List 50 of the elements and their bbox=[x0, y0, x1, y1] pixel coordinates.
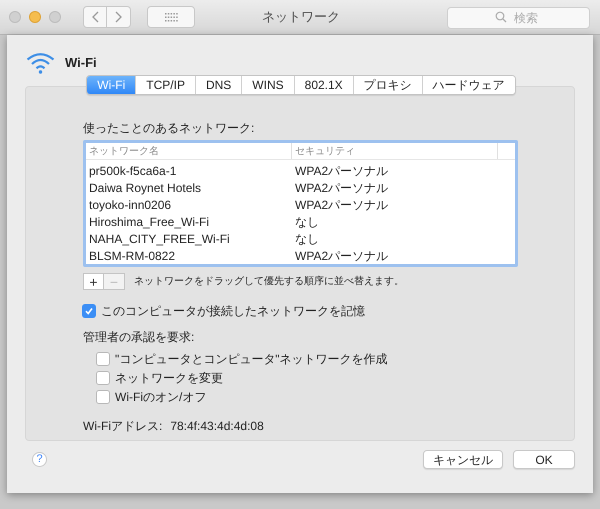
grid-icon bbox=[164, 12, 178, 22]
address-value: 78:4f:43:4d:4d:08 bbox=[170, 418, 264, 435]
table-cell-text: toyoko-inn0206 bbox=[88, 196, 172, 214]
address-label: Wi-Fiアドレス: bbox=[83, 418, 162, 435]
tab[interactable]: TCP/IP bbox=[135, 76, 195, 94]
chevron-left-icon bbox=[92, 11, 98, 23]
table-cell-text: BLSM-RM-0822 bbox=[88, 248, 176, 264]
checkmark-icon bbox=[84, 306, 94, 316]
section-label: 管理者の承認を要求: bbox=[83, 329, 196, 346]
tab[interactable]: プロキシ bbox=[352, 76, 422, 94]
table-cell-text: Hiroshima_Free_Wi-Fi bbox=[88, 214, 210, 230]
search-field[interactable]: 検索 bbox=[447, 7, 590, 29]
column-header[interactable]: ネットワーク名 bbox=[86, 143, 292, 159]
section-label: 使ったことのあるネットワーク: bbox=[83, 121, 256, 135]
chevron-right-icon bbox=[115, 11, 122, 23]
checkbox[interactable] bbox=[82, 304, 96, 318]
interface-title: Wi-Fi bbox=[65, 54, 97, 72]
checkbox-label: ネットワークを変更 bbox=[115, 370, 223, 386]
table-cell-text: WPA2パーソナル bbox=[294, 162, 388, 180]
table-cell-text: NAHA_CITY_FREE_Wi-Fi bbox=[88, 230, 231, 248]
network-list[interactable]: ネットワーク名 セキュリティ pr500k-f5ca6a-1 WPA2パーソナル Daiwa Roynet Hotels WPA2パーソナル toyoko-inn0206 WPA2パーソナル Hiroshima_Free_Wi-Fi なし NAHA_CITY_FREE_Wi-Fi なし BLSM-RM-0822 WPA2パーソナル bbox=[83, 140, 518, 267]
search-icon bbox=[495, 11, 507, 23]
table-cell-text: なし bbox=[294, 214, 319, 230]
drag-hint: ネットワークをドラッグして優先する順序に並べ替えます。 bbox=[134, 274, 404, 289]
checkbox[interactable] bbox=[96, 390, 110, 404]
table-cell-text: Daiwa Roynet Hotels bbox=[88, 180, 202, 196]
forward-button[interactable] bbox=[107, 6, 131, 28]
ok-button[interactable]: OK bbox=[513, 450, 575, 469]
checkbox-label: このコンピュータが接続したネットワークを記憶 bbox=[101, 303, 365, 320]
checkbox[interactable] bbox=[96, 370, 110, 384]
table-cell-text: WPA2パーソナル bbox=[294, 196, 388, 214]
add-button[interactable]: + bbox=[83, 273, 104, 290]
checkbox-label: "コンピュータとコンピュータ"ネットワークを作成 bbox=[115, 350, 388, 368]
tab[interactable]: DNS bbox=[194, 76, 242, 94]
table-cell-text: WPA2パーソナル bbox=[294, 248, 388, 264]
column-header[interactable]: セキュリティ bbox=[292, 143, 498, 159]
table-cell-text: WPA2パーソナル bbox=[294, 180, 388, 196]
window-title: ネットワーク bbox=[262, 8, 340, 26]
back-button[interactable] bbox=[83, 6, 107, 28]
tab[interactable]: WINS bbox=[241, 76, 294, 94]
checkbox[interactable] bbox=[96, 352, 110, 366]
wifi-icon bbox=[26, 52, 55, 74]
help-button[interactable]: ? bbox=[32, 452, 47, 467]
show-all-button[interactable] bbox=[147, 6, 195, 28]
cancel-button[interactable]: キャンセル bbox=[423, 450, 503, 469]
tab[interactable]: ハードウェア bbox=[422, 76, 515, 94]
checkbox-label: Wi-Fiのオン/オフ bbox=[115, 388, 206, 406]
table-cell-text: なし bbox=[294, 230, 319, 248]
tab[interactable]: 802.1X bbox=[294, 76, 353, 94]
table-cell-text: pr500k-f5ca6a-1 bbox=[88, 162, 178, 180]
